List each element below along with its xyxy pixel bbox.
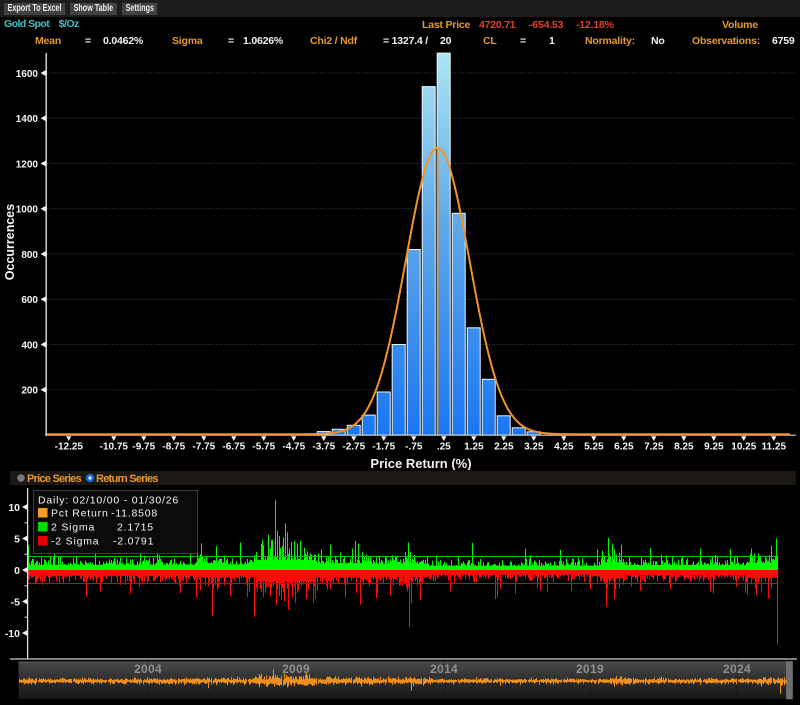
- svg-text:7.25: 7.25: [644, 442, 664, 453]
- svg-text:1200: 1200: [16, 159, 39, 170]
- svg-text:-3.75: -3.75: [312, 442, 335, 453]
- svg-text:400: 400: [21, 340, 38, 351]
- svg-text:-.75: -.75: [405, 442, 423, 453]
- svg-text:Pct Return: Pct Return: [51, 508, 109, 520]
- svg-text:Price Series: Price Series: [27, 473, 82, 485]
- svg-text:-1.75: -1.75: [372, 442, 395, 453]
- svg-text:11.25: 11.25: [762, 442, 787, 453]
- svg-text:6.25: 6.25: [614, 442, 634, 453]
- svg-text:-5: -5: [11, 596, 20, 608]
- svg-text:-11.8508: -11.8508: [111, 508, 158, 520]
- svg-text:0: 0: [14, 565, 20, 577]
- svg-text:-2.75: -2.75: [342, 442, 365, 453]
- svg-text:2024: 2024: [723, 662, 751, 676]
- svg-text:1000: 1000: [16, 205, 39, 216]
- svg-text:600: 600: [21, 295, 38, 306]
- svg-text:1.25: 1.25: [464, 442, 484, 453]
- svg-text:2014: 2014: [430, 662, 458, 676]
- svg-text:1600: 1600: [16, 69, 39, 80]
- svg-text:3.25: 3.25: [524, 442, 544, 453]
- svg-text:-10: -10: [5, 628, 20, 640]
- svg-text:Return Series: Return Series: [96, 473, 158, 485]
- svg-text:Daily: 02/10/00 - 01/30/26: Daily: 02/10/00 - 01/30/26: [38, 495, 179, 507]
- svg-text:10.25: 10.25: [731, 442, 756, 453]
- svg-text:800: 800: [21, 250, 38, 261]
- svg-text:2019: 2019: [576, 662, 604, 676]
- svg-text:-2.0791: -2.0791: [113, 536, 154, 548]
- svg-text:5: 5: [14, 533, 20, 545]
- svg-text:-5.75: -5.75: [252, 442, 275, 453]
- svg-text:-12.25: -12.25: [55, 442, 84, 453]
- svg-text:2009: 2009: [282, 662, 310, 676]
- svg-text:-7.75: -7.75: [192, 442, 215, 453]
- svg-text:8.25: 8.25: [674, 442, 694, 453]
- svg-text:2004: 2004: [134, 662, 162, 676]
- svg-text:4.25: 4.25: [554, 442, 574, 453]
- svg-text:10: 10: [8, 502, 20, 514]
- svg-text:-6.75: -6.75: [222, 442, 245, 453]
- svg-text:5.25: 5.25: [584, 442, 604, 453]
- svg-text:.25: .25: [437, 442, 451, 453]
- svg-text:9.25: 9.25: [704, 442, 724, 453]
- svg-text:200: 200: [21, 386, 38, 397]
- svg-text:Occurrences: Occurrences: [3, 204, 17, 280]
- svg-text:-10.75: -10.75: [100, 442, 129, 453]
- svg-text:Price Return (%): Price Return (%): [370, 456, 471, 470]
- svg-text:-4.75: -4.75: [282, 442, 305, 453]
- svg-text:1400: 1400: [16, 114, 39, 125]
- svg-text:2.25: 2.25: [494, 442, 514, 453]
- svg-text:-9.75: -9.75: [132, 442, 155, 453]
- svg-text:2 Sigma: 2 Sigma: [51, 522, 95, 534]
- svg-text:-8.75: -8.75: [162, 442, 185, 453]
- svg-text:-2 Sigma: -2 Sigma: [51, 536, 99, 548]
- svg-text:2.1715: 2.1715: [117, 522, 154, 534]
